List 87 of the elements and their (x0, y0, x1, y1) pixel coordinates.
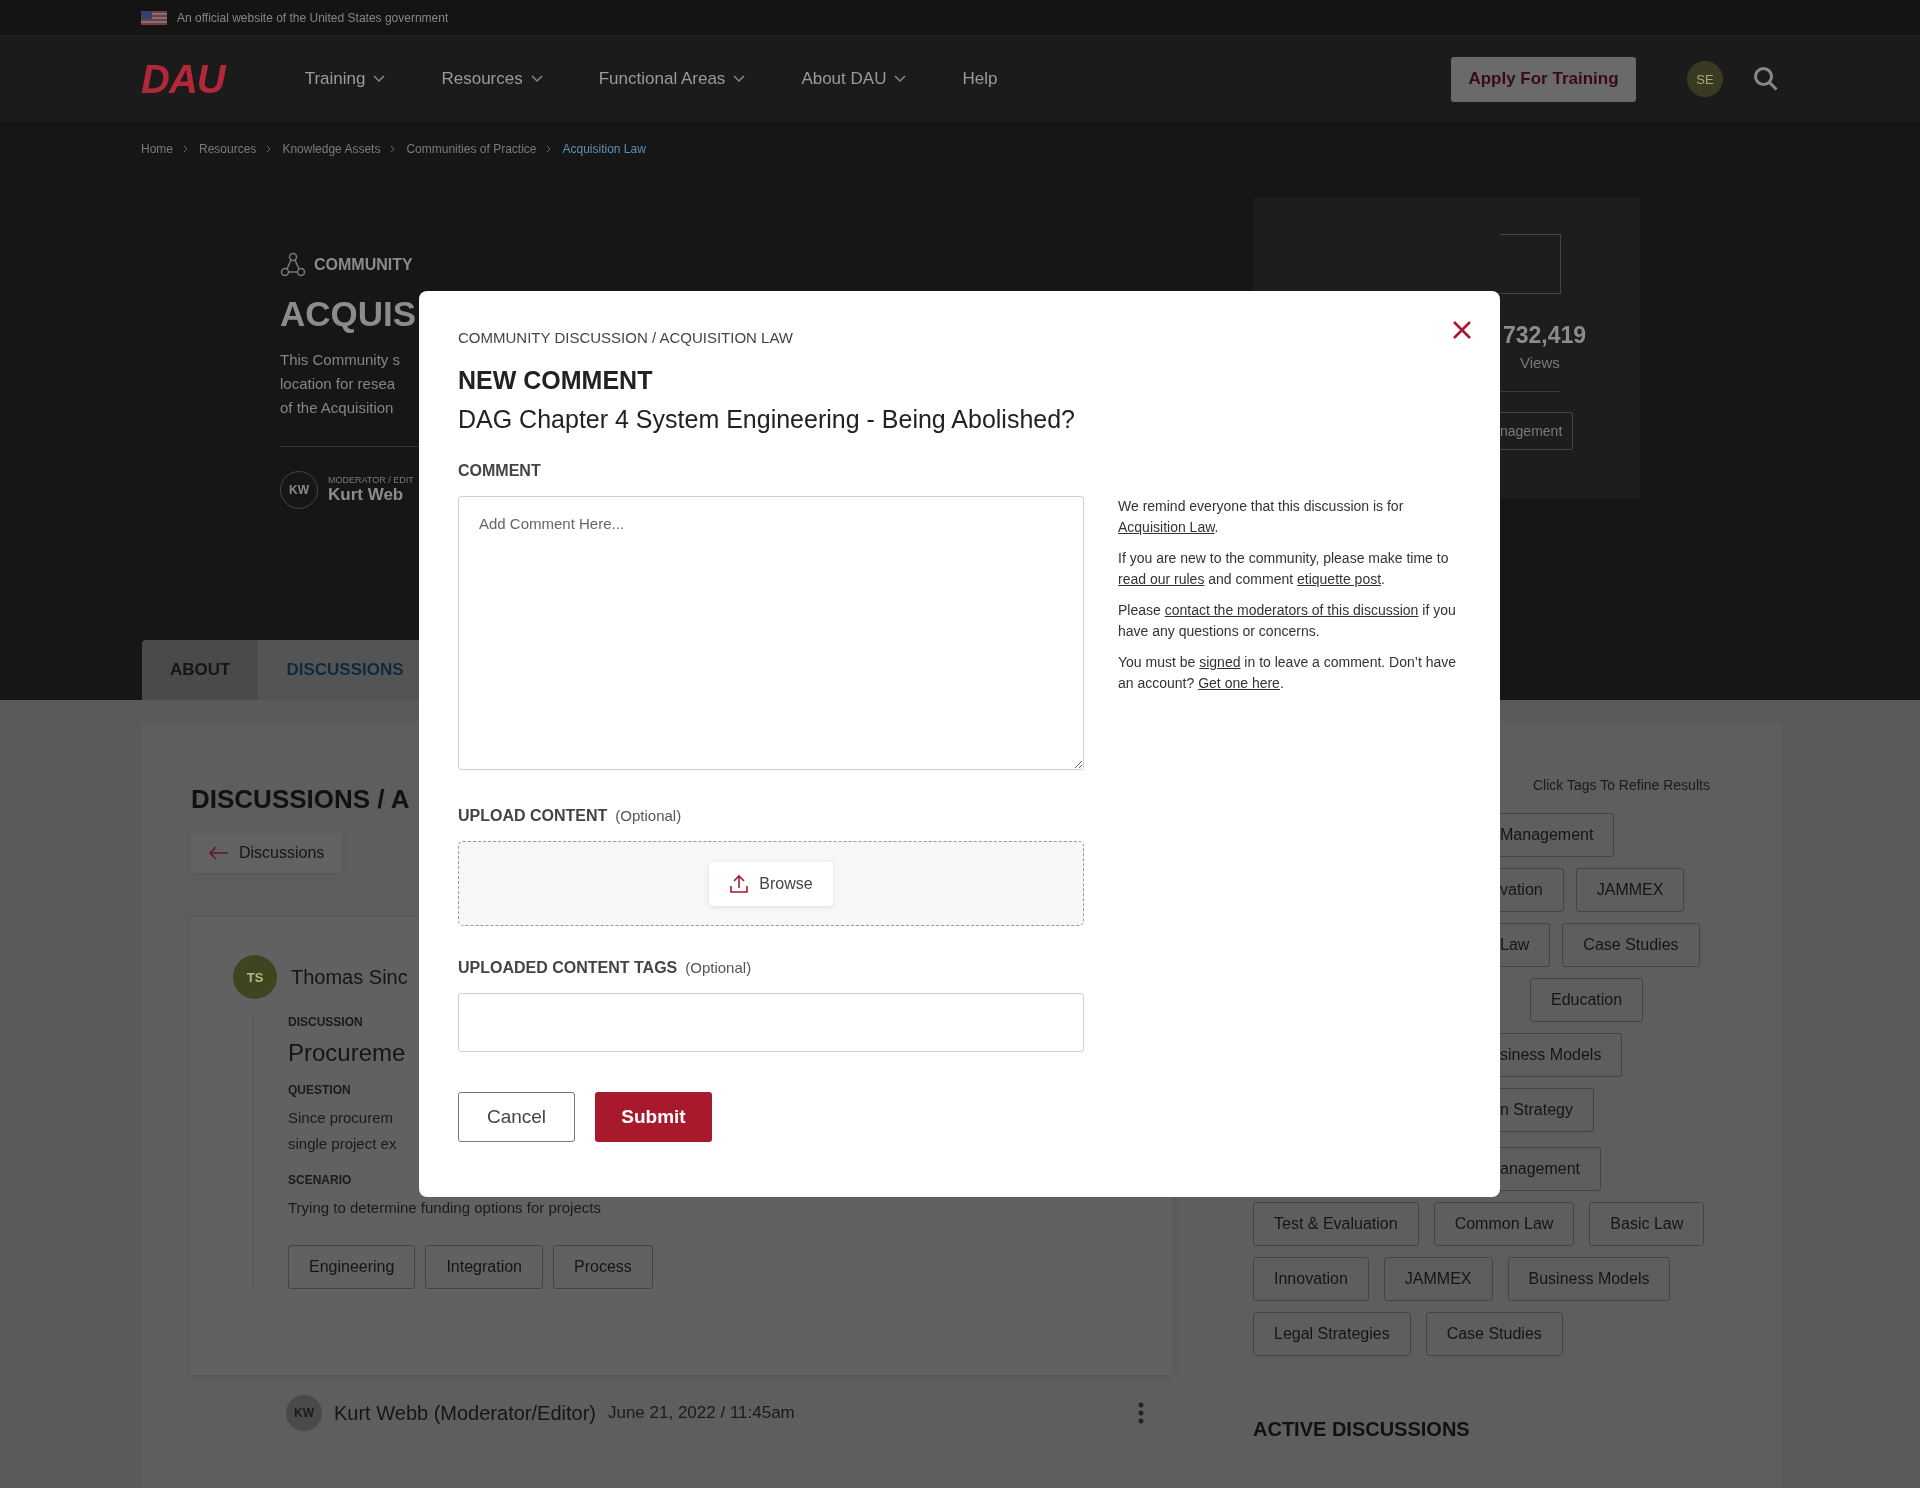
text-link[interactable]: Acquisition Law (1118, 519, 1215, 535)
nav-item[interactable]: Functional Areas (598, 69, 746, 89)
text-link[interactable]: contact the moderators of this discussion (1164, 602, 1419, 618)
field-label: UPLOADED CONTENT TAGS (458, 959, 678, 977)
tag[interactable]: JAMMEX (1383, 1257, 1493, 1301)
author-name: Thomas Sinc (291, 965, 408, 989)
network-icon (280, 252, 306, 278)
breadcrumb-link[interactable]: Knowledge Assets (282, 142, 381, 156)
discussion-title: DAG Chapter 4 System Engineering - Being Abolished? (458, 405, 1076, 434)
tag[interactable]: Process (553, 1245, 653, 1289)
field-label: UPLOAD CONTENT (458, 807, 608, 825)
author-name: Kurt Webb (Moderator/Editor) (334, 1401, 596, 1425)
tag[interactable]: JAMMEX (1575, 868, 1685, 912)
nav-item[interactable]: Resources (441, 69, 543, 89)
tag[interactable]: Integration (425, 1245, 543, 1289)
tag[interactable]: Test & Evaluation (1253, 1202, 1419, 1246)
breadcrumb-link[interactable]: Communities of Practice (406, 142, 537, 156)
user-avatar[interactable]: SE (1687, 61, 1723, 97)
views-label: Views (1520, 354, 1560, 371)
section-heading: ACTIVE DISCUSSIONS (1253, 1418, 1470, 1441)
logo[interactable]: DAU (141, 56, 225, 102)
tag[interactable]: Innovation (1253, 1257, 1369, 1301)
moderator-name: Kurt Web (328, 485, 404, 505)
text-link[interactable]: signed (1199, 654, 1241, 670)
text-link[interactable]: read our rules (1118, 571, 1205, 587)
upload-dropzone[interactable]: Browse (458, 841, 1084, 926)
hint-text: Click Tags To Refine Results (1533, 777, 1710, 793)
chevron-right-icon (183, 145, 189, 153)
browse-button[interactable]: Browse (709, 861, 833, 906)
tag[interactable]: Basic Law (1589, 1202, 1705, 1246)
guideline-text: We remind everyone that this discussion is for Acquisition Law. (1118, 497, 1405, 537)
description-text: This Community s (280, 350, 401, 370)
tag[interactable]: Case Studies (1562, 923, 1700, 967)
question-text: Since procurem (288, 1108, 394, 1128)
chevron-right-icon (390, 145, 397, 153)
text-link[interactable]: Get one here (1198, 675, 1280, 691)
description-text: location for resea (280, 374, 396, 394)
eyebrow-label: COMMUNITY (314, 256, 413, 274)
tag[interactable]: Education (1530, 978, 1644, 1022)
field-label: COMMENT (458, 462, 541, 480)
field-label: DISCUSSION (288, 1015, 363, 1029)
search-icon[interactable] (1753, 66, 1779, 92)
arrow-left-icon (209, 846, 229, 860)
breadcrumb-link[interactable]: Acquisition Law (562, 142, 646, 156)
chevron-right-icon (546, 145, 553, 153)
guideline-text: You must be signed in to leave a comment. Don’t have an account? Get one here. (1118, 653, 1458, 693)
moderator-role: MODERATOR / EDIT (328, 475, 414, 485)
nav-item[interactable]: Help (962, 69, 998, 89)
guideline-text: If you are new to the community, please make time to read our rules and comment etiquette post. (1118, 549, 1450, 589)
comment-field[interactable]: Add Comment Here... (458, 496, 1084, 770)
tag[interactable]: Common Law (1433, 1202, 1575, 1246)
more-options-icon[interactable] (1138, 1402, 1144, 1424)
author-avatar: TS (233, 955, 277, 999)
back-button[interactable]: Discussions (191, 833, 343, 873)
question-text: single project ex (288, 1134, 397, 1154)
tags-field[interactable] (458, 993, 1084, 1052)
search-field[interactable] (1500, 234, 1561, 294)
tag[interactable]: Case Studies (1425, 1312, 1563, 1356)
nav-item[interactable]: Training (304, 69, 386, 89)
community-title: ACQUIS (280, 294, 417, 334)
scenario-text: Trying to determine funding options for projects (288, 1198, 601, 1218)
tag[interactable]: Business Models (1507, 1257, 1671, 1301)
guideline-text: Please contact the moderators of this discussion if you have any questions or concerns. (1118, 601, 1457, 641)
cancel-button[interactable]: Cancel (458, 1092, 575, 1142)
description-text: of the Acquisition (280, 398, 394, 418)
close-icon[interactable] (1452, 320, 1472, 340)
tag[interactable]: Engineering (288, 1245, 416, 1289)
chevron-right-icon (266, 145, 273, 153)
upload-icon (729, 873, 750, 894)
flag-icon (141, 10, 167, 25)
post-title: Procureme (288, 1039, 406, 1067)
nav-item[interactable]: About DAU (801, 69, 907, 89)
breadcrumb-link[interactable]: Home (141, 142, 173, 156)
apply-button[interactable]: Apply For Training (1451, 56, 1636, 102)
optional-hint: (Optional) (615, 807, 682, 824)
submit-button[interactable]: Submit (595, 1092, 712, 1142)
breadcrumb-link[interactable]: Resources (199, 142, 257, 156)
tag[interactable]: Legal Strategies (1253, 1312, 1411, 1356)
post-date: June 21, 2022 / 11:45am (607, 1403, 795, 1423)
views-count: 732,419 (1503, 322, 1587, 349)
dialog-breadcrumb: COMMUNITY DISCUSSION / ACQUISITION LAW (458, 329, 794, 346)
field-label: QUESTION (288, 1083, 351, 1097)
section-heading: DISCUSSIONS / A (191, 784, 410, 815)
field-label: SCENARIO (288, 1173, 352, 1187)
gov-banner-text: An official website of the United States government (177, 10, 449, 25)
optional-hint: (Optional) (685, 959, 752, 976)
dialog-heading: NEW COMMENT (458, 366, 653, 395)
